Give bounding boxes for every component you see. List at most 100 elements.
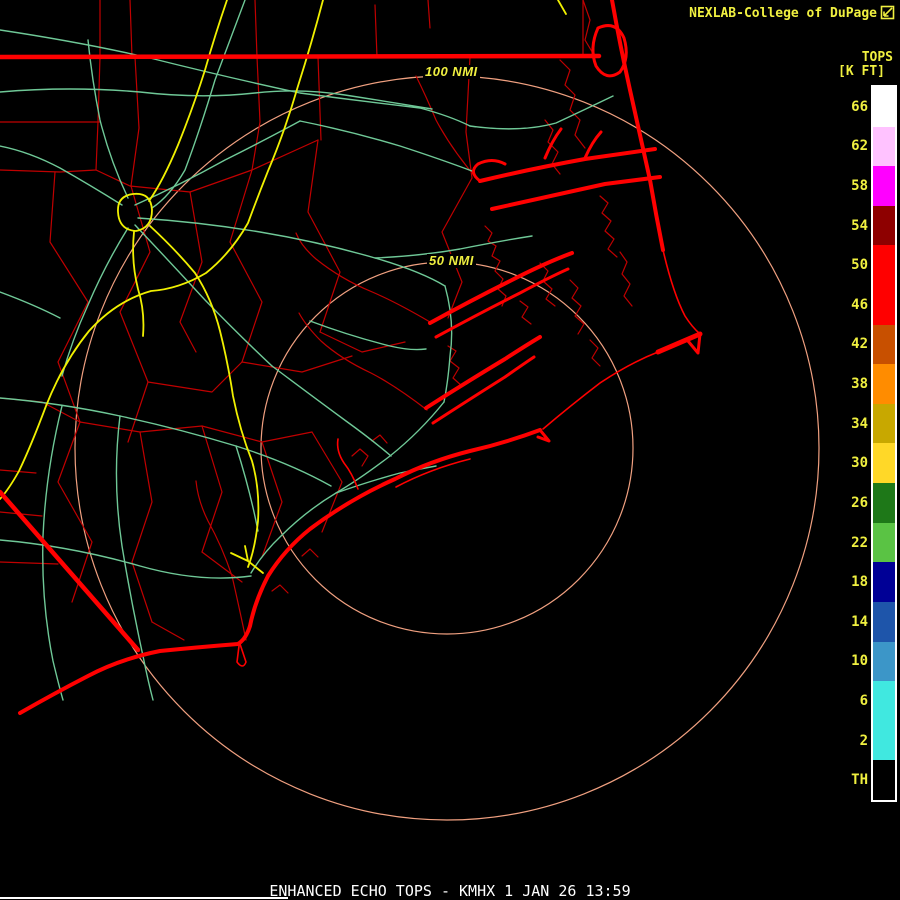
coastline-thin (543, 352, 658, 429)
cod-logo-icon (880, 5, 896, 25)
colorbar-label: TH (826, 771, 868, 789)
colorbar-label: 46 (826, 296, 868, 314)
coastline-thin (663, 250, 700, 334)
county-lines (58, 422, 342, 622)
colorbar-label: 38 (826, 375, 868, 393)
colorbar (871, 85, 897, 802)
product-units: [K FT] (838, 64, 885, 79)
coastline-thick (20, 430, 540, 713)
county-lines (570, 280, 584, 334)
roads-yellow (150, 226, 258, 567)
county-lines (242, 332, 405, 372)
colorbar-label: 14 (826, 613, 868, 631)
coastline-thick (612, 0, 663, 250)
colorbar-label: 42 (826, 335, 868, 353)
county-lines (80, 422, 312, 442)
colorbar-label: 22 (826, 534, 868, 552)
coastline-med (436, 269, 568, 337)
coastline-thin (338, 439, 358, 489)
county-lines (96, 140, 318, 192)
colorbar-label: 10 (826, 652, 868, 670)
colorbar-band (873, 206, 895, 246)
county-lines (296, 233, 430, 322)
roads-green (444, 286, 452, 402)
county-lines (590, 340, 600, 366)
county-lines (560, 60, 585, 148)
roads-green (470, 96, 613, 129)
roads-green (88, 40, 128, 198)
colorbar-label: 2 (826, 732, 868, 750)
roads-green (336, 466, 436, 493)
county-lines (0, 0, 100, 172)
coastline-med (433, 357, 534, 423)
roads-green (236, 446, 258, 531)
colorbar-label: 26 (826, 494, 868, 512)
range-ring-label-100nmi: 100 NMI (423, 65, 480, 79)
colorbar-band (873, 681, 895, 721)
colorbar-label: 6 (826, 692, 868, 710)
colorbar-label: 30 (826, 454, 868, 472)
colorbar-label: 34 (826, 415, 868, 433)
county-lines (0, 398, 242, 640)
state-borders (0, 492, 138, 650)
county-lines (180, 192, 202, 352)
state-borders (0, 56, 599, 57)
county-lines (352, 435, 387, 466)
colorbar-band (873, 166, 895, 206)
colorbar-band (873, 483, 895, 523)
roads-green (300, 121, 472, 171)
coastline-med (538, 430, 549, 441)
roads-yellow (149, 0, 227, 201)
product-title: TOPS (862, 50, 893, 65)
coastline-med (545, 129, 601, 158)
colorbar-band (873, 87, 895, 127)
roads-green (0, 398, 331, 486)
roads-green (135, 121, 300, 205)
colorbar-label: 66 (826, 98, 868, 116)
county-lines (620, 252, 632, 306)
roads-yellow (231, 546, 263, 573)
colorbar-label: 18 (826, 573, 868, 591)
county-lines (308, 140, 340, 332)
county-lines (540, 263, 555, 306)
coastline-thick (492, 177, 660, 209)
roads-green (135, 225, 272, 366)
colorbar-band (873, 364, 895, 404)
colorbar-band (873, 245, 895, 285)
colorbar-band (873, 404, 895, 444)
county-lines (196, 481, 246, 640)
county-lines (130, 0, 583, 57)
roads-green (0, 30, 470, 126)
coastline-thick (480, 149, 655, 181)
colorbar-band (873, 127, 895, 167)
radar-display: 50 NMI 100 NMI NEXLAB-College of DuPage … (0, 0, 900, 900)
roads-green (0, 540, 251, 578)
coastline-thick (426, 337, 540, 408)
county-lines (520, 301, 531, 324)
colorbar-label: 54 (826, 217, 868, 235)
colorbar-band (873, 443, 895, 483)
colorbar-band (873, 523, 895, 563)
roads-yellow (558, 0, 566, 14)
roads-green (251, 402, 444, 573)
county-lines (600, 196, 617, 257)
brand-text: NEXLAB-College of DuPage (689, 6, 877, 21)
colorbar-band (873, 602, 895, 642)
range-ring (75, 76, 819, 820)
coastline-thin (237, 644, 246, 666)
colorbar-band (873, 721, 895, 761)
roads-green (138, 218, 445, 286)
roads-yellow (0, 0, 323, 499)
colorbar-label: 50 (826, 256, 868, 274)
roads-green (0, 146, 122, 205)
colorbar-label: 62 (826, 137, 868, 155)
colorbar-band (873, 642, 895, 682)
range-ring-label-50nmi: 50 NMI (427, 254, 476, 268)
bottom-edge-line (0, 897, 288, 899)
county-lines (299, 313, 427, 410)
roads-green (0, 292, 60, 318)
colorbar-band (873, 285, 895, 325)
roads-green (0, 89, 432, 109)
colorbar-label: 58 (826, 177, 868, 195)
colorbar-band (873, 325, 895, 365)
